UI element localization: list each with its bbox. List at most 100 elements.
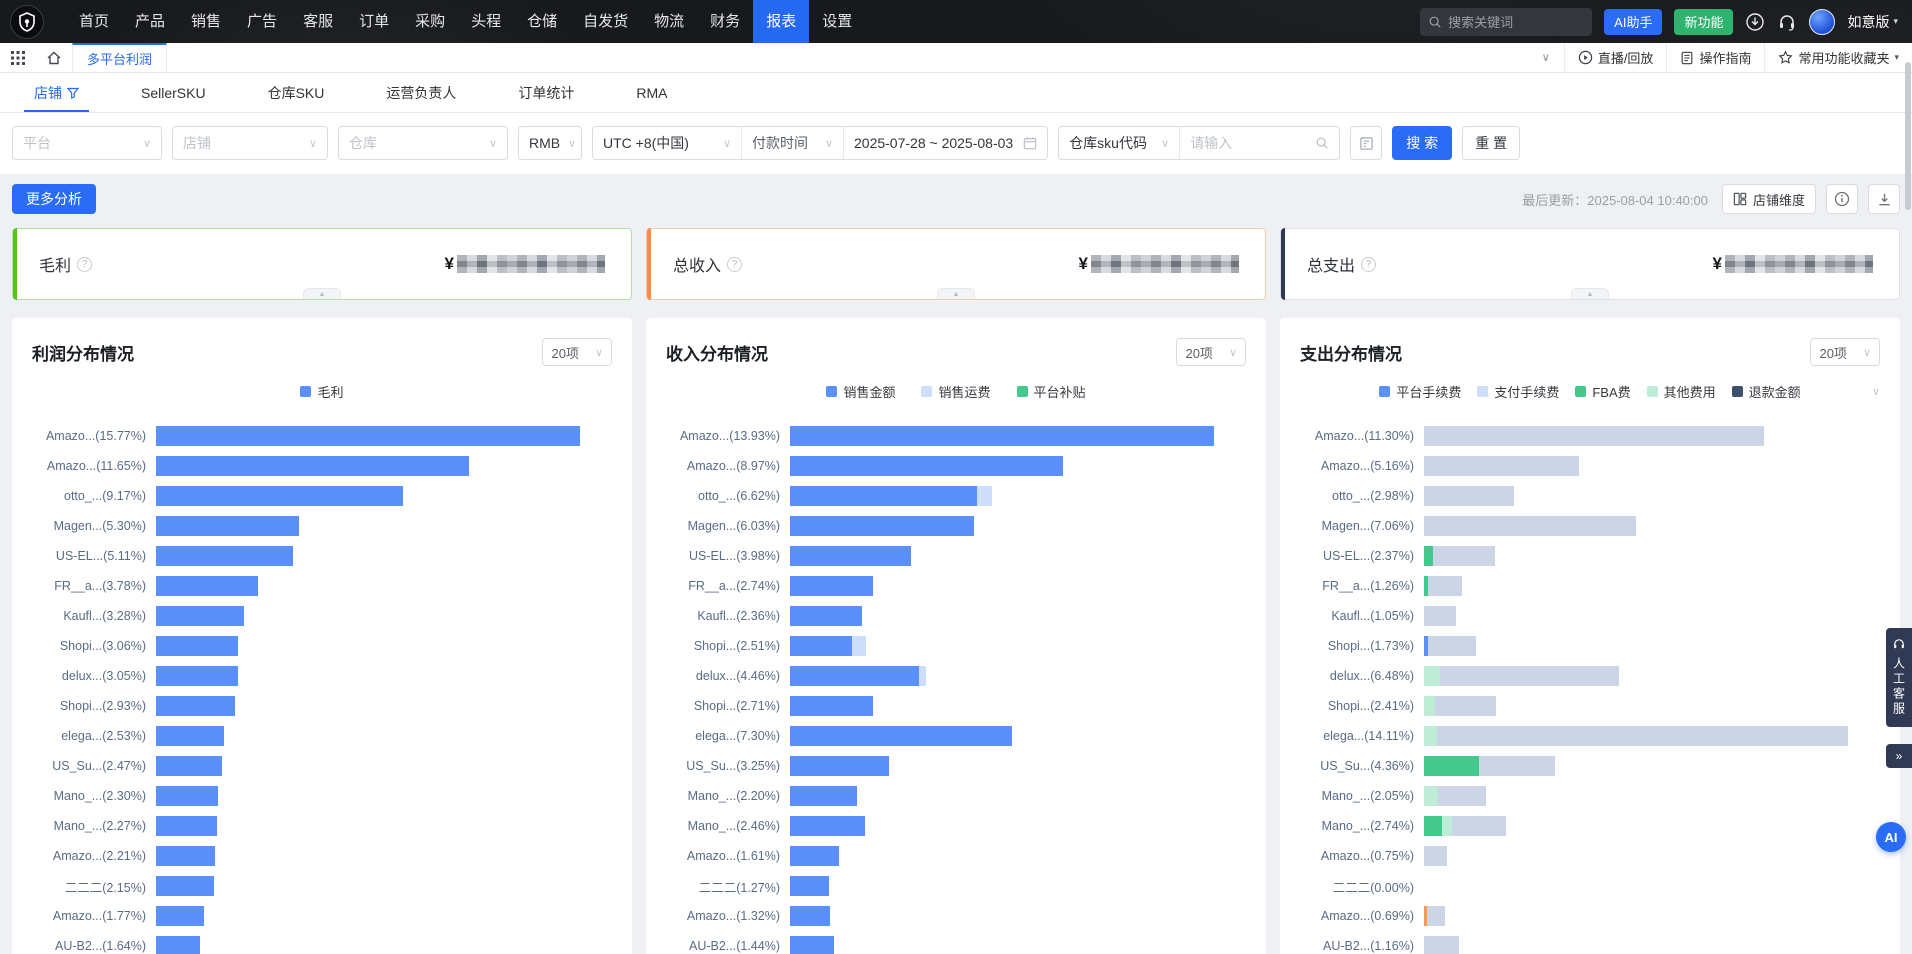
star-icon — [1778, 50, 1793, 65]
legend-swatch — [300, 386, 311, 397]
export-button[interactable] — [1868, 184, 1900, 214]
help-icon[interactable]: ? — [1361, 257, 1376, 272]
warehouse-select[interactable]: 仓库 ∨ — [338, 126, 508, 160]
nav-item-1[interactable]: 产品 — [122, 0, 178, 43]
legend-item-4[interactable]: 退款金额 — [1732, 382, 1801, 401]
bar-track — [156, 726, 612, 746]
nav-item-12[interactable]: 报表 — [753, 0, 809, 43]
apps-grid-icon[interactable] — [0, 43, 36, 72]
tab-list-chevron-icon[interactable]: ∨ — [1528, 51, 1564, 64]
sku-type-select[interactable]: 仓库sku代码 ∨ — [1059, 127, 1179, 159]
store-select[interactable]: 店铺 ∨ — [172, 126, 328, 160]
nav-item-8[interactable]: 仓储 — [514, 0, 570, 43]
time-type-select[interactable]: 付款时间 ∨ — [741, 127, 843, 159]
chevron-down-icon: ∨ — [825, 137, 833, 150]
card-collapse-handle[interactable]: ▲ — [1571, 288, 1609, 299]
legend-item-0[interactable]: 毛利 — [300, 382, 343, 401]
user-avatar[interactable] — [1809, 9, 1835, 35]
nav-item-3[interactable]: 广告 — [234, 0, 290, 43]
legend-item-3[interactable]: 其他费用 — [1647, 382, 1716, 401]
page-size-select[interactable]: 20项 ∨ — [1810, 338, 1880, 366]
live-replay-link[interactable]: 直播/回放 — [1564, 43, 1667, 72]
headset-icon[interactable] — [1777, 12, 1797, 32]
legend-swatch — [1575, 386, 1586, 397]
reset-button[interactable]: 重 置 — [1462, 126, 1520, 160]
timezone-select[interactable]: UTC +8(中国) ∨ — [593, 127, 741, 159]
subtab-3[interactable]: 运营负责人 — [386, 73, 456, 112]
legend-item-1[interactable]: 支付手续费 — [1477, 382, 1559, 401]
ai-assistant-button[interactable]: AI助手 — [1604, 9, 1662, 35]
ai-fab-button[interactable]: AI — [1876, 822, 1906, 852]
nav-item-13[interactable]: 设置 — [809, 0, 865, 43]
workspace-tab-multi-platform-profit[interactable]: 多平台利润 — [72, 43, 167, 72]
download-center-icon[interactable] — [1745, 12, 1765, 32]
bar-segment — [1440, 666, 1619, 686]
dimension-switch-button[interactable]: 店铺维度 — [1722, 184, 1816, 214]
legend-item-1[interactable]: 销售运费 — [921, 382, 990, 401]
card-collapse-handle[interactable]: ▲ — [937, 288, 975, 299]
bar-row-13: Mano_...(2.74%) — [1300, 811, 1880, 841]
legend-item-0[interactable]: 平台手续费 — [1379, 382, 1461, 401]
legend-item-2[interactable]: 平台补贴 — [1017, 382, 1086, 401]
bar-segment — [790, 906, 830, 926]
nav-item-7[interactable]: 头程 — [458, 0, 514, 43]
bar-segment — [156, 636, 238, 656]
home-icon[interactable] — [36, 43, 72, 72]
scrollbar-thumb[interactable] — [1905, 62, 1911, 210]
card-collapse-handle[interactable]: ▲ — [303, 288, 341, 299]
nav-item-2[interactable]: 销售 — [178, 0, 234, 43]
subtab-1[interactable]: SellerSKU — [141, 73, 206, 112]
info-button[interactable] — [1826, 184, 1858, 214]
play-circle-icon — [1578, 50, 1593, 65]
bar-segment — [790, 546, 911, 566]
bar-track — [790, 426, 1246, 446]
bar-row-label: delux...(6.48%) — [1300, 669, 1424, 683]
bar-segment — [156, 426, 580, 446]
nav-item-10[interactable]: 物流 — [641, 0, 697, 43]
bar-row-label: FR__a...(1.26%) — [1300, 579, 1424, 593]
collapse-panel-button[interactable]: » — [1886, 744, 1912, 768]
help-icon[interactable]: ? — [77, 257, 92, 272]
guide-link[interactable]: 操作指南 — [1666, 43, 1764, 72]
subtab-0[interactable]: 店铺 — [34, 73, 79, 112]
nav-item-0[interactable]: 首页 — [66, 0, 122, 43]
legend-more-chevron-icon[interactable]: ∨ — [1872, 385, 1880, 398]
nav-item-6[interactable]: 采购 — [402, 0, 458, 43]
currency-symbol: ¥ — [1713, 254, 1722, 274]
platform-select[interactable]: 平台 ∨ — [12, 126, 162, 160]
filter-funnel-icon[interactable] — [67, 87, 79, 99]
favorites-link[interactable]: 常用功能收藏夹 ▾ — [1764, 43, 1912, 72]
page-size-select[interactable]: 20项 ∨ — [1176, 338, 1246, 366]
bar-track — [790, 906, 1246, 926]
bar-row-4: US-EL...(5.11%) — [32, 541, 612, 571]
nav-item-5[interactable]: 订单 — [346, 0, 402, 43]
legend-item-0[interactable]: 销售金额 — [826, 382, 895, 401]
nav-item-11[interactable]: 财务 — [697, 0, 753, 43]
new-feature-button[interactable]: 新功能 — [1674, 9, 1733, 35]
date-range-picker[interactable]: 2025-07-28 ~ 2025-08-03 — [843, 127, 1047, 159]
bar-row-5: FR__a...(2.74%) — [666, 571, 1246, 601]
currency-select[interactable]: RMB ∨ — [518, 126, 582, 160]
bar-track — [156, 576, 612, 596]
page-size-select[interactable]: 20项 ∨ — [542, 338, 612, 366]
app-logo[interactable] — [10, 5, 44, 39]
help-icon[interactable]: ? — [727, 257, 742, 272]
legend-item-2[interactable]: FBA费 — [1575, 382, 1630, 401]
subtab-4[interactable]: 订单统计 — [518, 73, 574, 112]
more-analysis-button[interactable]: 更多分析 — [12, 184, 96, 214]
global-search-input[interactable]: 搜索关键词 — [1420, 8, 1592, 36]
bar-track — [790, 756, 1246, 776]
customer-service-tab[interactable]: 人工客服 — [1886, 628, 1912, 727]
search-button[interactable]: 搜 索 — [1392, 126, 1452, 160]
nav-item-9[interactable]: 自发货 — [570, 0, 641, 43]
bar-row-label: Magen...(7.06%) — [1300, 519, 1424, 533]
bar-row-9: Shopi...(2.93%) — [32, 691, 612, 721]
nav-item-4[interactable]: 客服 — [290, 0, 346, 43]
sku-input[interactable]: 请输入 — [1179, 127, 1339, 159]
bar-row-label: Kaufl...(1.05%) — [1300, 609, 1424, 623]
version-menu[interactable]: 如意版 ▾ — [1847, 12, 1898, 32]
batch-input-button[interactable] — [1350, 126, 1382, 160]
bar-row-4: US-EL...(3.98%) — [666, 541, 1246, 571]
subtab-2[interactable]: 仓库SKU — [268, 73, 325, 112]
subtab-5[interactable]: RMA — [636, 73, 667, 112]
